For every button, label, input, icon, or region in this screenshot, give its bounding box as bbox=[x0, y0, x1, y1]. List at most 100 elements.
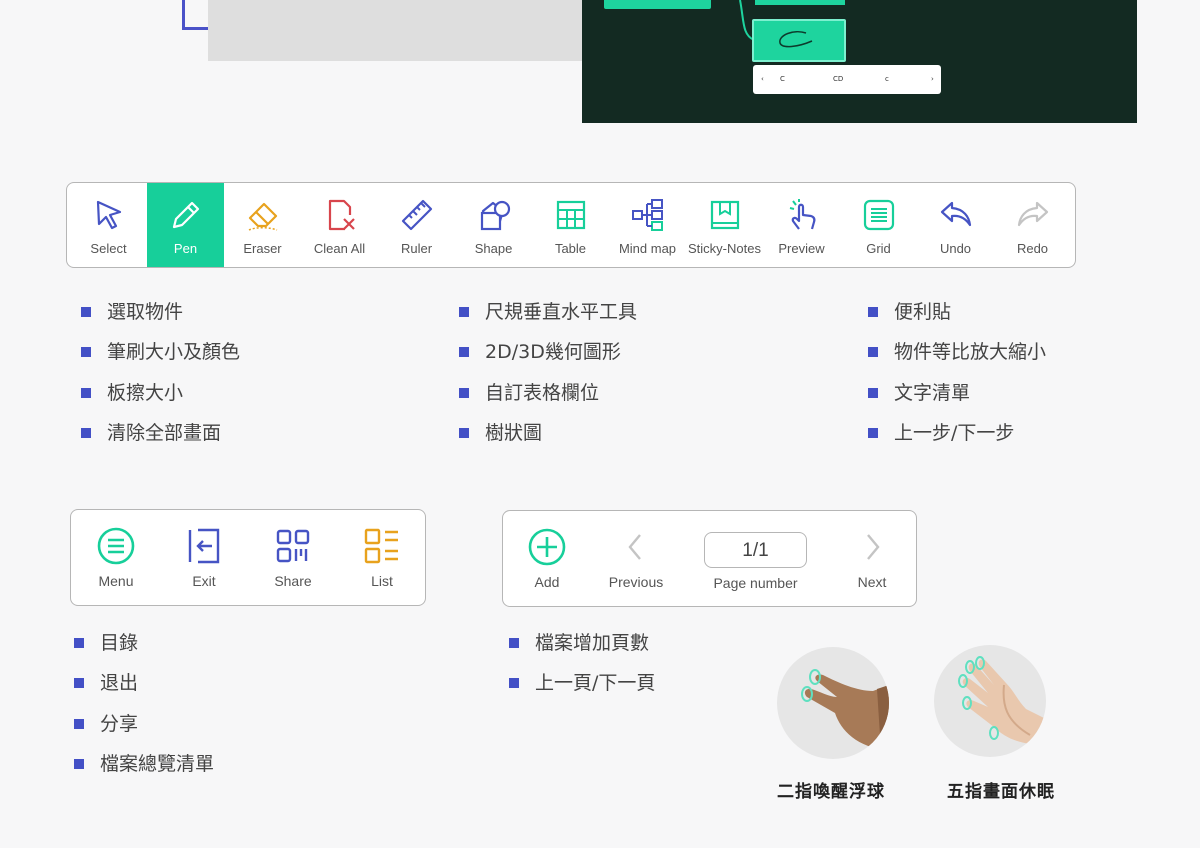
five-finger-gesture bbox=[934, 645, 1046, 757]
tool-redo[interactable]: Redo bbox=[994, 183, 1071, 267]
tool-label: Previous bbox=[608, 574, 664, 590]
toolbar-left-arrow[interactable]: ‹ bbox=[761, 75, 764, 83]
list-item: 自訂表格欄位 bbox=[459, 381, 637, 421]
tool-label: Sticky-Notes bbox=[688, 241, 761, 256]
pen-icon bbox=[172, 201, 199, 229]
tool-undo[interactable]: Undo bbox=[917, 183, 994, 267]
toolbar-option-c-small[interactable]: c bbox=[885, 75, 889, 83]
exit-icon bbox=[188, 528, 220, 564]
toolbar-right-arrow[interactable]: › bbox=[931, 75, 934, 83]
tool-pen[interactable]: Pen bbox=[147, 183, 224, 267]
feature-list-tools: 選取物件 筆刷大小及顏色 板擦大小 清除全部畫面 bbox=[81, 300, 240, 461]
list-item: 清除全部畫面 bbox=[81, 421, 240, 461]
add-page-button[interactable]: Add bbox=[513, 511, 581, 590]
tool-select[interactable]: Select bbox=[70, 183, 147, 267]
tool-shape[interactable]: Shape bbox=[455, 183, 532, 267]
tool-label: Ruler bbox=[400, 241, 433, 256]
tool-ruler[interactable]: Ruler bbox=[378, 183, 455, 267]
table-icon bbox=[556, 200, 585, 230]
list-item: 筆刷大小及顏色 bbox=[81, 340, 240, 380]
shape-icon bbox=[480, 200, 510, 231]
tool-label: Preview bbox=[778, 241, 825, 256]
tool-label: Exit bbox=[192, 573, 216, 589]
tool-table[interactable]: Table bbox=[532, 183, 609, 267]
list-item: 檔案增加頁數 bbox=[509, 631, 655, 671]
tool-label: List bbox=[371, 573, 393, 589]
page-feature-list: 檔案增加頁數 上一頁/下一頁 bbox=[509, 631, 655, 712]
tool-sticky-notes[interactable]: Sticky-Notes bbox=[686, 183, 763, 267]
mindmap-node bbox=[755, 0, 845, 5]
tool-label: Select bbox=[90, 241, 127, 256]
tool-mind-map[interactable]: Mind map bbox=[609, 183, 686, 267]
tool-label: Menu bbox=[98, 573, 134, 589]
toolbar-option-cd[interactable]: CD bbox=[833, 75, 843, 83]
two-finger-gesture bbox=[777, 647, 889, 759]
next-page-button[interactable]: Next bbox=[838, 511, 906, 590]
menu-toolbar: Menu Exit Share List bbox=[70, 509, 426, 606]
chevron-left-icon bbox=[628, 534, 641, 560]
page-number-label: Page number bbox=[713, 575, 798, 591]
five-finger-hand-icon bbox=[958, 656, 1046, 745]
top-decor-line bbox=[182, 0, 210, 30]
page-toolbar: Add Previous 1/1 Page number Next bbox=[502, 510, 917, 607]
page-number-field[interactable]: 1/1 bbox=[704, 532, 807, 568]
tool-preview[interactable]: Preview bbox=[763, 183, 840, 267]
mindmap-node-selected bbox=[752, 19, 846, 62]
list-item: 選取物件 bbox=[81, 300, 240, 340]
share-button[interactable]: Share bbox=[259, 510, 327, 589]
list-item: 板擦大小 bbox=[81, 381, 240, 421]
feature-list-shapes: 尺規垂直水平工具 2D/3D幾何圖形 自訂表格欄位 樹狀圖 bbox=[459, 300, 637, 461]
list-item: 樹狀圖 bbox=[459, 421, 637, 461]
sticky-notes-icon bbox=[710, 200, 739, 230]
list-icon bbox=[364, 528, 398, 564]
list-item: 便利貼 bbox=[868, 300, 1046, 340]
top-gray-panel bbox=[208, 0, 584, 61]
tool-label: Mind map bbox=[618, 241, 677, 256]
tool-label: Grid bbox=[866, 241, 891, 256]
list-item: 尺規垂直水平工具 bbox=[459, 300, 637, 340]
main-toolbar: Select Pen Eraser Clean All Ruler Shape … bbox=[66, 182, 1076, 268]
mindmap-node bbox=[604, 0, 711, 9]
list-item: 目錄 bbox=[74, 631, 214, 671]
list-button[interactable]: List bbox=[348, 510, 416, 589]
menu-feature-list: 目錄 退出 分享 檔案總覽清單 bbox=[74, 631, 214, 792]
feature-list-notes: 便利貼 物件等比放大縮小 文字清單 上一步/下一步 bbox=[868, 300, 1046, 461]
handwriting-stroke-icon bbox=[779, 31, 813, 48]
add-circle-icon bbox=[528, 528, 566, 566]
mind-map-icon bbox=[631, 199, 663, 231]
list-item: 檔案總覽清單 bbox=[74, 752, 214, 792]
tool-clean-all[interactable]: Clean All bbox=[301, 183, 378, 267]
exit-button[interactable]: Exit bbox=[170, 510, 238, 589]
tool-label: Shape bbox=[474, 241, 513, 256]
tool-label: Share bbox=[274, 573, 312, 589]
two-finger-caption: 二指喚醒浮球 bbox=[777, 782, 885, 802]
tool-label: Clean All bbox=[313, 241, 366, 256]
mindmap-text-toolbar: ‹ C CD c › bbox=[753, 65, 941, 94]
grid-icon bbox=[863, 199, 894, 231]
previous-page-button[interactable]: Previous bbox=[601, 511, 671, 590]
menu-button[interactable]: Menu bbox=[82, 510, 150, 589]
cursor-arrow-icon bbox=[96, 200, 121, 230]
ruler-icon bbox=[401, 199, 432, 231]
five-finger-caption: 五指畫面休眠 bbox=[947, 782, 1055, 802]
tool-grid[interactable]: Grid bbox=[840, 183, 917, 267]
tool-label: Table bbox=[554, 241, 587, 256]
tool-label: Redo bbox=[1016, 241, 1049, 256]
list-item: 退出 bbox=[74, 671, 214, 711]
two-finger-hand-icon bbox=[801, 669, 889, 751]
chevron-right-icon bbox=[867, 534, 880, 560]
list-item: 分享 bbox=[74, 712, 214, 752]
list-item: 文字清單 bbox=[868, 381, 1046, 421]
tool-label: Pen bbox=[173, 241, 198, 256]
tool-label: Add bbox=[534, 574, 560, 590]
list-item: 2D/3D幾何圖形 bbox=[459, 340, 637, 380]
tool-eraser[interactable]: Eraser bbox=[224, 183, 301, 267]
redo-icon bbox=[1017, 201, 1048, 227]
list-item: 物件等比放大縮小 bbox=[868, 340, 1046, 380]
mindmap-preview-panel: ‹ C CD c › bbox=[582, 0, 1137, 123]
tool-label: Undo bbox=[939, 241, 972, 256]
list-item: 上一步/下一步 bbox=[868, 421, 1046, 461]
preview-hand-icon bbox=[789, 199, 815, 230]
toolbar-option-c[interactable]: C bbox=[780, 75, 785, 83]
eraser-icon bbox=[248, 202, 277, 231]
